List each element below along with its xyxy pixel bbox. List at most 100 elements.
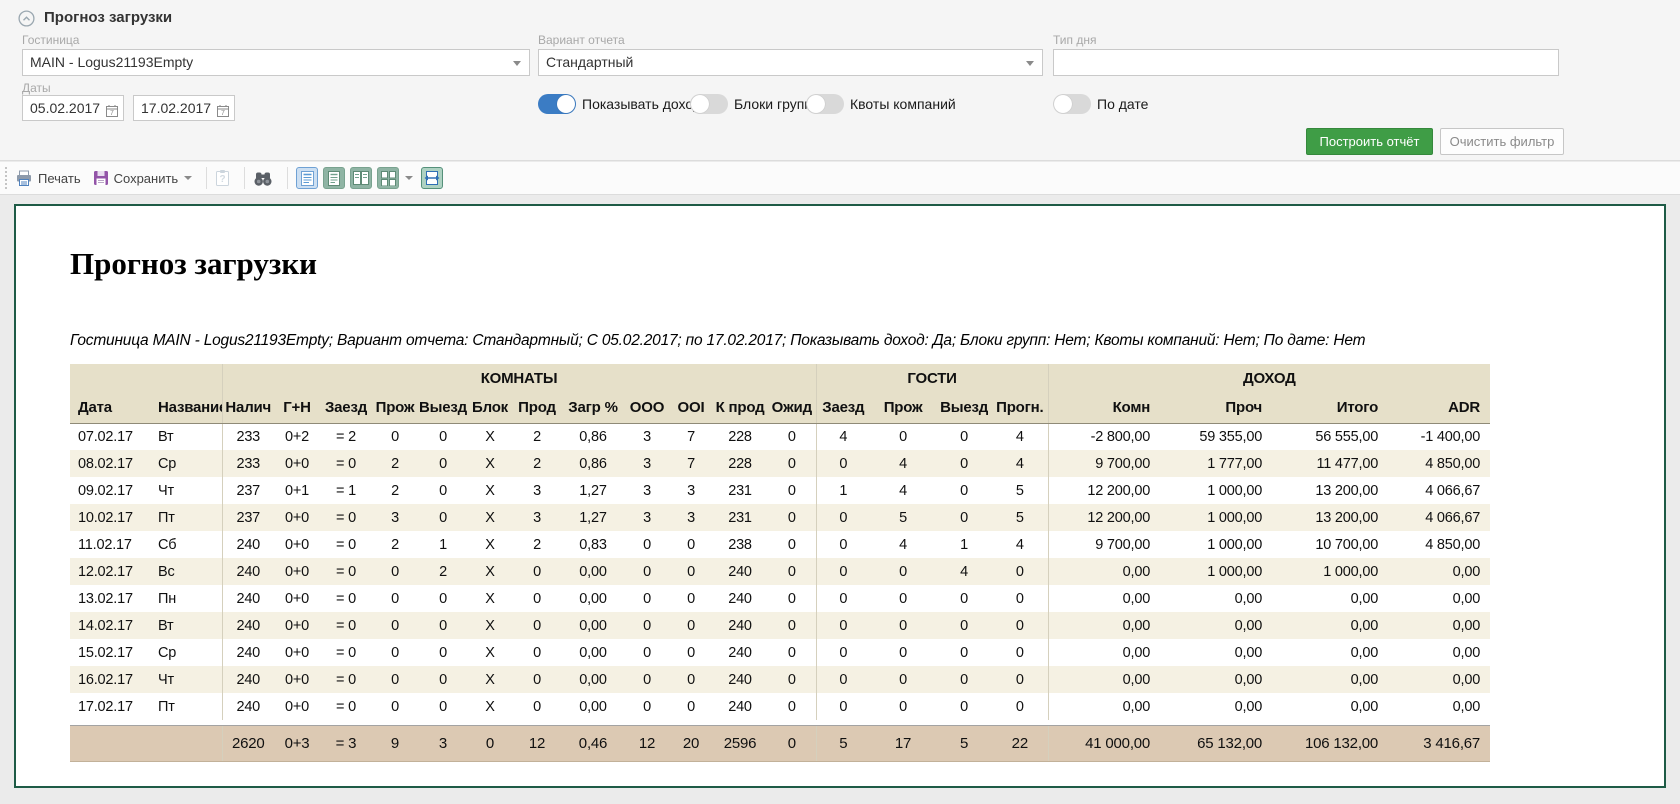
table-cell: 0 [624, 666, 670, 693]
table-cell: X [468, 585, 512, 612]
table-cell: 240 [222, 639, 274, 666]
table-cell: 1 [816, 477, 870, 504]
report-variant-select[interactable]: Стандартный [538, 49, 1043, 76]
date-to-input[interactable]: 17.02.2017 7 [133, 95, 235, 121]
table-cell: 4 850,00 [1388, 450, 1490, 477]
toggle-label: Блоки групп [734, 96, 812, 112]
table-cell: 0 [624, 558, 670, 585]
chevron-down-icon[interactable] [405, 176, 413, 180]
whole-page-view-button[interactable] [323, 167, 345, 189]
table-cell: 0 [512, 558, 562, 585]
hotel-select[interactable]: MAIN - Logus21193Empty [22, 49, 530, 76]
table-cell: 0,00 [1388, 612, 1490, 639]
report-table-wrap: КОМНАТЫГОСТИДОХОДДатаНазваниеНаличГ+НЗае… [70, 364, 1490, 762]
page-width-view-button[interactable] [421, 167, 443, 189]
table-cell: 4 066,67 [1388, 504, 1490, 531]
day-type-input[interactable] [1053, 49, 1559, 76]
table-cell: 1,27 [562, 504, 624, 531]
toggle-by-date[interactable]: По дате [1053, 93, 1148, 115]
totals-cell: 41 000,00 [1048, 725, 1160, 761]
toggle-track[interactable] [690, 94, 728, 114]
table-cell: 0,83 [562, 531, 624, 558]
column-header-cell: Заезд [816, 393, 870, 423]
table-cell: 0 [768, 666, 816, 693]
table-cell: 0,00 [1272, 639, 1388, 666]
table-row: 09.02.17Чт2370+1= 120X31,27332310140512 … [70, 477, 1490, 504]
toggle-group-blocks[interactable]: Блоки групп [690, 93, 812, 115]
table-cell: Чт [150, 666, 222, 693]
one-page-view-button[interactable] [296, 167, 318, 189]
printer-icon [15, 170, 33, 187]
collapse-panel-button[interactable] [18, 10, 35, 27]
toggle-track[interactable] [806, 94, 844, 114]
toolbar-grip[interactable] [5, 167, 7, 189]
totals-cell: 22 [992, 725, 1048, 761]
table-cell: 10.02.17 [70, 504, 150, 531]
table-cell: 0 [512, 693, 562, 720]
filter-panel: Прогноз загрузки Гостиница MAIN - Logus2… [0, 0, 1680, 161]
toggle-track[interactable] [1053, 94, 1091, 114]
table-cell: 238 [712, 531, 768, 558]
table-cell: 0,00 [1048, 666, 1160, 693]
table-cell: 0 [372, 693, 418, 720]
table-cell: 0 [418, 423, 468, 450]
day-type-label: Тип дня [1053, 33, 1096, 47]
table-cell: 2 [372, 450, 418, 477]
table-cell: 7 [670, 450, 712, 477]
table-cell: 0 [372, 612, 418, 639]
table-cell: 0 [870, 693, 936, 720]
table-cell: 16.02.17 [70, 666, 150, 693]
table-cell: 2 [418, 558, 468, 585]
table-cell: 0,00 [1388, 666, 1490, 693]
table-cell: 0 [992, 666, 1048, 693]
date-from-input[interactable]: 05.02.2017 7 [22, 95, 124, 121]
two-pages-view-button[interactable] [350, 167, 372, 189]
build-report-button[interactable]: Построить отчёт [1306, 128, 1433, 155]
table-cell: 0,00 [1160, 693, 1272, 720]
one-page-icon [301, 171, 314, 186]
chevron-down-icon[interactable] [184, 176, 192, 180]
column-header-cell: Ожид [768, 393, 816, 423]
table-cell: 3 [512, 504, 562, 531]
table-cell: 0 [418, 693, 468, 720]
table-cell: 17.02.17 [70, 693, 150, 720]
print-button[interactable]: Печать [15, 170, 81, 187]
table-cell: 240 [222, 666, 274, 693]
chevron-down-icon [1026, 61, 1034, 66]
totals-cell: 0+3 [274, 725, 320, 761]
binoculars-icon [253, 170, 273, 187]
table-cell: 0 [512, 639, 562, 666]
table-cell: 0 [670, 585, 712, 612]
table-cell: 13 200,00 [1272, 504, 1388, 531]
toggle-company-quotas[interactable]: Квоты компаний [806, 93, 956, 115]
calendar-icon[interactable]: 7 [216, 101, 230, 125]
toggle-knob [807, 95, 825, 113]
table-cell: 0 [870, 639, 936, 666]
save-button[interactable]: Сохранить [93, 170, 193, 186]
table-cell: 0 [816, 558, 870, 585]
calendar-icon[interactable]: 7 [105, 101, 119, 125]
table-cell: 0,00 [1388, 585, 1490, 612]
table-cell: 3 [624, 423, 670, 450]
toggle-show-income[interactable]: Показывать доход [538, 93, 701, 115]
dates-label: Даты [22, 81, 51, 95]
totals-cell: 5 [816, 725, 870, 761]
column-header-cell: Прож [870, 393, 936, 423]
clipboard-button[interactable]: ? [215, 169, 230, 187]
table-cell: 1 777,00 [1160, 450, 1272, 477]
toggle-track[interactable] [538, 94, 576, 114]
clear-filter-button[interactable]: Очистить фильтр [1440, 128, 1564, 155]
column-header-cell: К прод [712, 393, 768, 423]
table-cell: 0 [624, 531, 670, 558]
table-cell: = 0 [320, 450, 372, 477]
table-cell: 0 [768, 477, 816, 504]
column-header-cell: Г+Н [274, 393, 320, 423]
table-cell: 0 [870, 558, 936, 585]
many-pages-view-button[interactable] [377, 167, 413, 189]
table-cell: 0 [992, 585, 1048, 612]
table-cell: 231 [712, 504, 768, 531]
table-cell: 0 [816, 693, 870, 720]
find-button[interactable] [253, 170, 273, 187]
column-header-cell: Комн [1048, 393, 1160, 423]
table-cell: 0,00 [1388, 693, 1490, 720]
